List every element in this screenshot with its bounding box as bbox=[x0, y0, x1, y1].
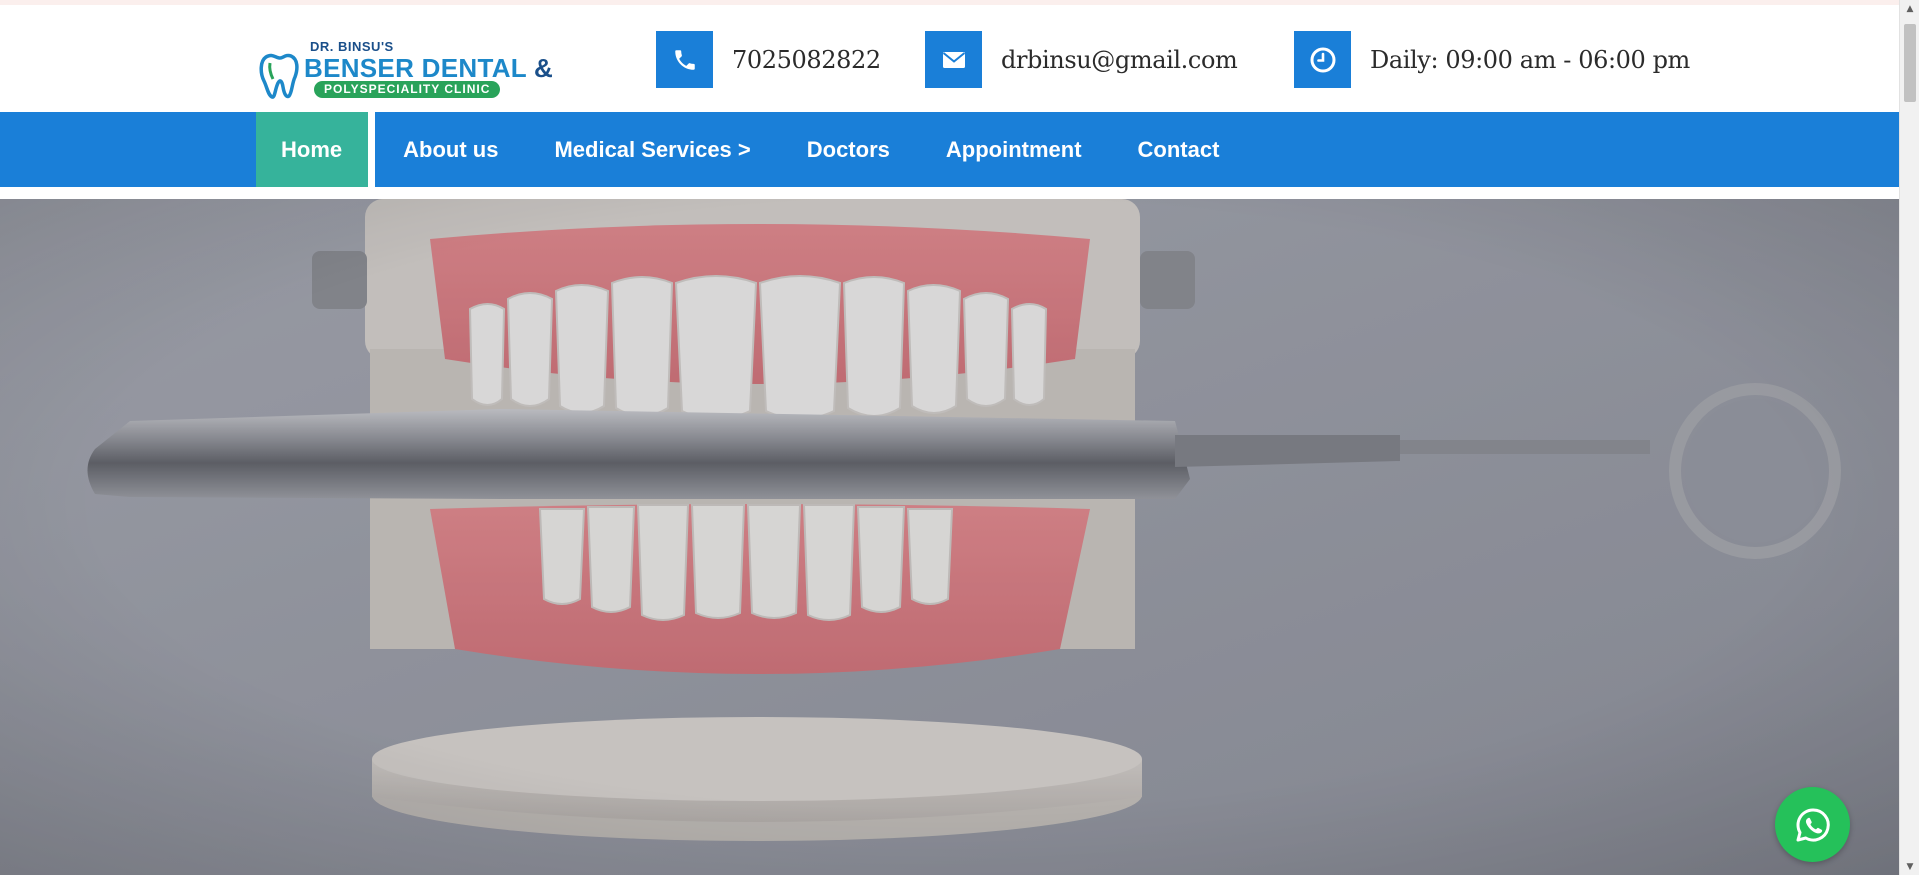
contact-phone[interactable]: 7025082822 bbox=[656, 31, 881, 88]
whatsapp-button[interactable] bbox=[1775, 787, 1850, 862]
whatsapp-icon bbox=[1796, 807, 1830, 841]
clock-icon bbox=[1294, 31, 1351, 88]
nav-about-us[interactable]: About us bbox=[375, 112, 526, 187]
hero-dental-model-image bbox=[0, 199, 1899, 875]
logo-clinic-title: BENSER DENTAL bbox=[304, 53, 527, 83]
scroll-down-arrow-icon[interactable]: ▼ bbox=[1900, 858, 1919, 875]
logo-clinic-name: BENSER DENTAL & bbox=[304, 53, 553, 84]
phone-number: 7025082822 bbox=[732, 45, 881, 74]
opening-hours: Daily: 09:00 am - 06:00 pm bbox=[1294, 31, 1690, 88]
email-address: drbinsu@gmail.com bbox=[1001, 45, 1238, 74]
envelope-icon bbox=[925, 31, 982, 88]
phone-icon bbox=[656, 31, 713, 88]
hero-banner bbox=[0, 199, 1899, 875]
nav-appointment[interactable]: Appointment bbox=[918, 112, 1110, 187]
nav-doctors[interactable]: Doctors bbox=[779, 112, 918, 187]
nav-divider bbox=[0, 187, 1899, 199]
logo-ampersand: & bbox=[534, 53, 554, 83]
nav-list: Home About us Medical Services > Doctors… bbox=[256, 112, 1247, 187]
site-header: DR. BINSU'S BENSER DENTAL & POLYSPECIALI… bbox=[0, 5, 1899, 112]
hours-text: Daily: 09:00 am - 06:00 pm bbox=[1370, 45, 1690, 74]
scrollbar-thumb[interactable] bbox=[1904, 24, 1916, 102]
logo-tagline: POLYSPECIALITY CLINIC bbox=[314, 81, 501, 98]
scroll-up-arrow-icon[interactable]: ▲ bbox=[1900, 0, 1919, 17]
tooth-logo-icon bbox=[259, 53, 299, 99]
nav-medical-services[interactable]: Medical Services > bbox=[526, 112, 778, 187]
main-navigation: Home About us Medical Services > Doctors… bbox=[0, 112, 1899, 187]
logo-doctor-name: DR. BINSU'S bbox=[310, 39, 394, 54]
contact-email[interactable]: drbinsu@gmail.com bbox=[925, 31, 1238, 88]
nav-contact[interactable]: Contact bbox=[1110, 112, 1248, 187]
clinic-logo[interactable]: DR. BINSU'S BENSER DENTAL & POLYSPECIALI… bbox=[258, 35, 553, 101]
vertical-scrollbar[interactable]: ▲ ▼ bbox=[1899, 0, 1919, 875]
nav-home[interactable]: Home bbox=[256, 112, 376, 187]
